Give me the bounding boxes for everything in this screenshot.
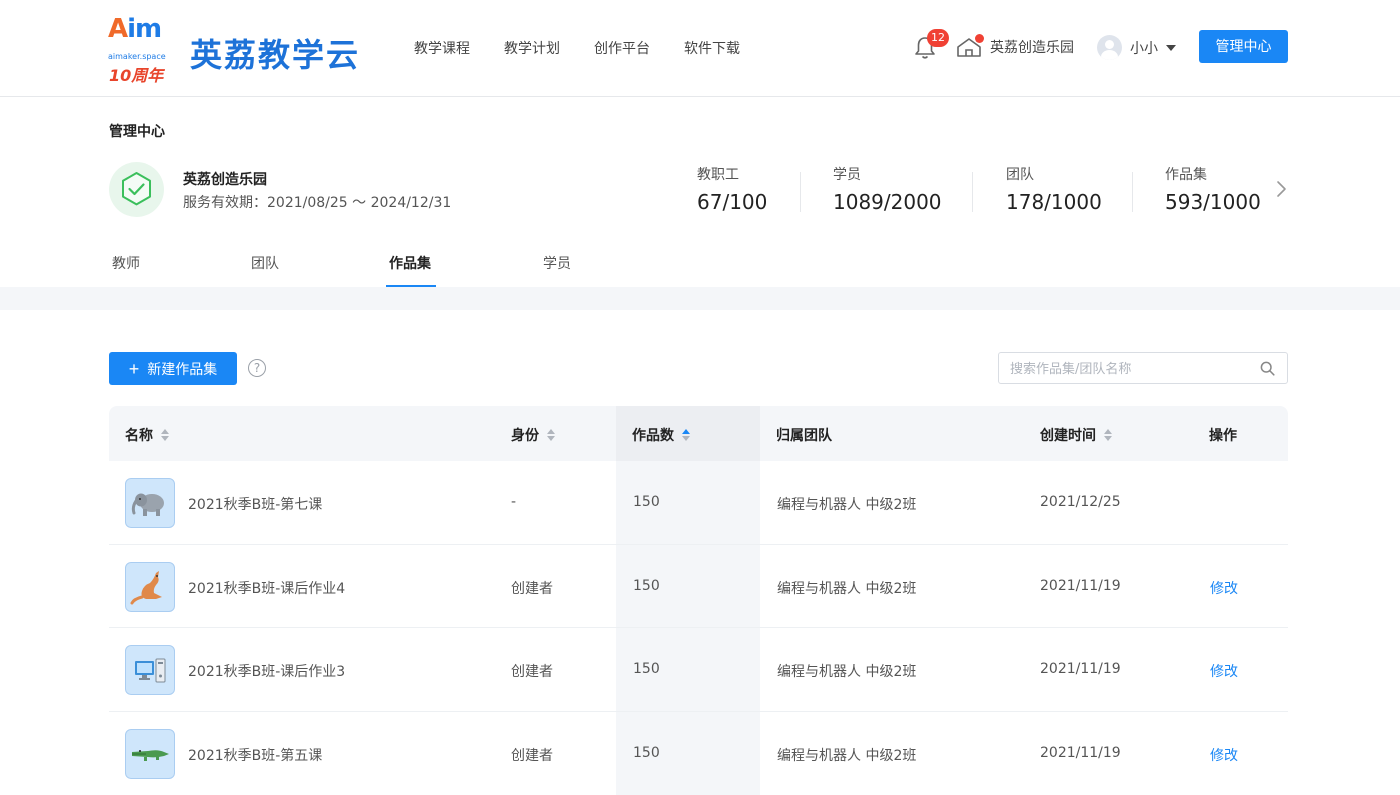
plus-icon: +	[129, 360, 140, 378]
row-created: 2021/11/19	[1040, 578, 1121, 594]
row-name: 2021秋季B班-课后作业3	[188, 661, 345, 681]
row-name: 2021秋季B班-第七课	[188, 494, 322, 514]
tab-portfolios[interactable]: 作品集	[389, 253, 431, 273]
tab-students[interactable]: 学员	[543, 253, 571, 273]
nav-item-download[interactable]: 软件下载	[684, 38, 740, 58]
main-nav: 教学课程 教学计划 创作平台 软件下载	[414, 38, 740, 58]
sort-icon	[1104, 429, 1112, 441]
table-row[interactable]: 2021秋季B班-课后作业3 创建者 150 编程与机器人 中级2班 2021/…	[109, 628, 1288, 712]
section-separator	[0, 287, 1400, 310]
column-role[interactable]: 身份	[511, 425, 555, 445]
column-team: 归属团队	[776, 425, 832, 445]
user-name: 小小	[1130, 38, 1158, 58]
school-name: 英荔创造乐园	[990, 37, 1074, 57]
table-row[interactable]: 2021秋季B班-第五课 创建者 150 编程与机器人 中级2班 2021/11…	[109, 712, 1288, 795]
page-title: 管理中心	[109, 121, 165, 141]
service-validity: 服务有效期：2021/08/25 ～ 2024/12/31	[183, 192, 451, 212]
table-row[interactable]: 2021秋季B班-第七课 - 150 编程与机器人 中级2班 2021/12/2…	[109, 461, 1288, 545]
stat-divider	[972, 172, 973, 212]
column-name[interactable]: 名称	[125, 425, 169, 445]
column-actions: 操作	[1209, 425, 1237, 445]
org-name: 英荔创造乐园	[183, 169, 267, 189]
school-alert-dot	[975, 34, 984, 43]
search-box	[998, 352, 1288, 384]
brand-title[interactable]: 英荔教学云	[190, 30, 360, 76]
row-name: 2021秋季B班-课后作业4	[188, 578, 345, 598]
edit-link[interactable]: 修改	[1210, 661, 1238, 681]
row-role: 创建者	[511, 745, 553, 765]
stat-portfolios: 作品集 593/1000	[1165, 164, 1261, 214]
nav-item-courses[interactable]: 教学课程	[414, 38, 470, 58]
chevron-right-icon[interactable]	[1276, 180, 1287, 198]
new-portfolio-button[interactable]: + 新建作品集	[109, 352, 237, 385]
admin-center-button[interactable]: 管理中心	[1199, 30, 1288, 63]
row-name: 2021秋季B班-第五课	[188, 745, 322, 765]
user-menu[interactable]: 小小	[1097, 35, 1176, 60]
portfolio-table: 名称 身份 作品数 归属团队 创建时间 操作	[109, 406, 1288, 795]
row-role: 创建者	[511, 661, 553, 681]
table-body: 2021秋季B班-第七课 - 150 编程与机器人 中级2班 2021/12/2…	[109, 461, 1288, 795]
notification-badge: 12	[927, 29, 949, 47]
row-role: -	[511, 494, 516, 510]
table-header: 名称 身份 作品数 归属团队 创建时间 操作	[109, 406, 1288, 461]
row-team: 编程与机器人 中级2班	[777, 494, 916, 514]
verified-shield-icon	[109, 162, 164, 217]
top-header: Aim aimaker.space 10周年 英荔教学云 教学课程 教学计划 创…	[0, 0, 1400, 97]
stat-teams: 团队 178/1000	[1006, 164, 1102, 214]
caret-down-icon	[1166, 45, 1176, 51]
row-created: 2021/12/25	[1040, 494, 1121, 510]
avatar-icon	[1097, 35, 1122, 60]
row-team: 编程与机器人 中级2班	[777, 661, 916, 681]
row-count: 150	[633, 661, 660, 677]
aimaker-logo[interactable]: Aim aimaker.space 10周年	[108, 14, 178, 82]
search-icon[interactable]	[1260, 361, 1275, 376]
stat-divider	[800, 172, 801, 212]
elephant-thumbnail-icon	[125, 478, 175, 528]
row-count: 150	[633, 494, 660, 510]
stat-staff: 教职工 67/100	[697, 164, 767, 214]
row-team: 编程与机器人 中级2班	[777, 745, 916, 765]
row-team: 编程与机器人 中级2班	[777, 578, 916, 598]
row-count: 150	[633, 578, 660, 594]
row-role: 创建者	[511, 578, 553, 598]
stat-students: 学员 1089/2000	[833, 164, 942, 214]
computer-thumbnail-icon	[125, 645, 175, 695]
row-created: 2021/11/19	[1040, 661, 1121, 677]
table-row[interactable]: 2021秋季B班-课后作业4 创建者 150 编程与机器人 中级2班 2021/…	[109, 545, 1288, 629]
column-count[interactable]: 作品数	[632, 425, 690, 445]
row-count: 150	[633, 745, 660, 761]
sort-icon	[547, 429, 555, 441]
stat-divider	[1132, 172, 1133, 212]
help-icon[interactable]: ?	[248, 359, 266, 377]
edit-link[interactable]: 修改	[1210, 745, 1238, 765]
edit-link[interactable]: 修改	[1210, 578, 1238, 598]
sort-asc-icon	[682, 429, 690, 441]
search-input[interactable]	[1010, 359, 1250, 379]
column-created[interactable]: 创建时间	[1040, 425, 1112, 445]
kangaroo-thumbnail-icon	[125, 562, 175, 612]
sort-icon	[161, 429, 169, 441]
crocodile-thumbnail-icon	[125, 729, 175, 779]
nav-item-plans[interactable]: 教学计划	[504, 38, 560, 58]
tab-teams[interactable]: 团队	[251, 253, 279, 273]
school-icon	[956, 36, 982, 58]
row-created: 2021/11/19	[1040, 745, 1121, 761]
school-switcher[interactable]: 英荔创造乐园	[956, 36, 1074, 58]
section-tabs: 教师 团队 作品集 学员	[0, 244, 1400, 287]
nav-item-create[interactable]: 创作平台	[594, 38, 650, 58]
tab-teachers[interactable]: 教师	[112, 253, 140, 273]
